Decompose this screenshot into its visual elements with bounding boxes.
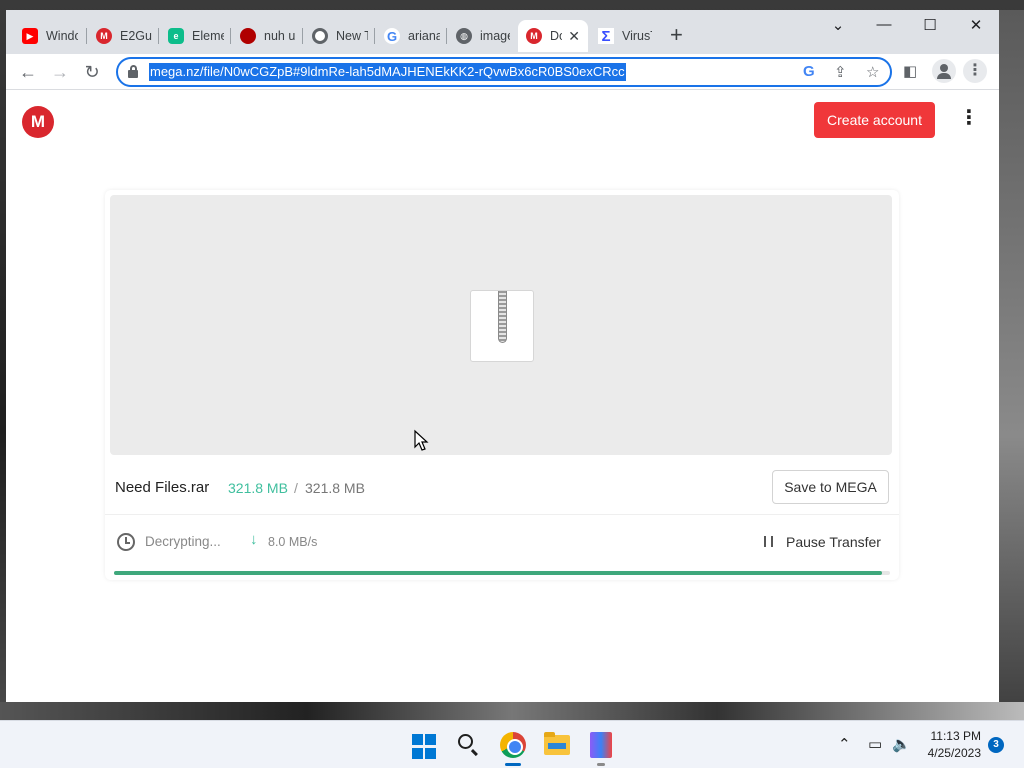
tab-3[interactable]: e Eleme (160, 22, 232, 50)
page-menu-icon[interactable]: ⋮ (959, 108, 979, 128)
close-tab-icon[interactable]: ✕ (568, 28, 580, 45)
zipper-icon (498, 291, 507, 343)
tab-strip: ▶ Windo M E2Gua e Eleme nuh u New T G ar… (6, 10, 999, 54)
save-to-mega-button[interactable]: Save to MEGA (772, 470, 889, 504)
download-card: Need Files.rar 321.8 MB / 321.8 MB Save … (105, 190, 899, 580)
mega-icon: M (526, 28, 542, 44)
minimize-icon[interactable]: — (861, 16, 907, 33)
reload-icon[interactable]: ↻ (78, 60, 106, 84)
side-panel-icon[interactable]: ◧ (903, 62, 917, 80)
tab-separator (302, 28, 303, 44)
tab-label: nuh u (264, 29, 296, 43)
tab-label: Windo (46, 29, 78, 43)
create-account-button[interactable]: Create account (814, 102, 935, 138)
address-bar[interactable]: mega.nz/file/N0wCGZpB#9ldmRe-lah5dMAJHEN… (116, 57, 892, 87)
desktop-wallpaper-bottom (0, 702, 1024, 720)
browser-toolbar: ← → ↻ mega.nz/file/N0wCGZpB#9ldmRe-lah5d… (6, 54, 999, 90)
tab-separator (230, 28, 231, 44)
chrome-icon (312, 28, 328, 44)
file-name: Need Files.rar (115, 479, 210, 496)
tab-8-active[interactable]: M Do ✕ (518, 20, 588, 52)
status-text: Decrypting... (145, 534, 221, 549)
tab-separator (374, 28, 375, 44)
google-icon: G (384, 28, 400, 44)
clock-date[interactable]: 4/25/2023 (921, 746, 981, 760)
tab-6[interactable]: G ariana (376, 22, 448, 50)
winrar-icon[interactable] (590, 732, 612, 758)
share-icon[interactable]: ⇪ (834, 63, 847, 81)
url-text[interactable]: mega.nz/file/N0wCGZpB#9ldmRe-lah5dMAJHEN… (149, 63, 626, 81)
running-app-indicator (597, 763, 605, 766)
tab-4[interactable]: nuh u (232, 22, 304, 50)
download-arrow-icon: ↓ (250, 531, 258, 548)
size-separator: / (294, 480, 298, 496)
bookmark-star-icon[interactable]: ☆ (866, 63, 879, 81)
tab-label: image (480, 29, 510, 43)
red-circle-icon (240, 28, 256, 44)
element-icon: e (168, 28, 184, 44)
back-arrow-icon[interactable]: ← (14, 60, 42, 84)
clock-icon (117, 533, 135, 551)
tab-label: E2Gua (120, 29, 152, 43)
file-preview (110, 195, 892, 455)
mega-icon: M (96, 28, 112, 44)
tab-separator (446, 28, 447, 44)
pause-transfer-button[interactable]: Pause Transfer (786, 534, 881, 550)
youtube-icon: ▶ (22, 28, 38, 44)
desktop-wallpaper-edge (999, 10, 1024, 720)
tab-2[interactable]: M E2Gua (88, 22, 160, 50)
tab-9[interactable]: Σ VirusT (590, 22, 660, 50)
tab-label: VirusT (622, 29, 652, 43)
tab-label: Do (550, 29, 562, 43)
tab-5[interactable]: New T (304, 22, 376, 50)
size-downloaded: 321.8 MB (228, 480, 288, 496)
virustotal-icon: Σ (598, 28, 614, 45)
chevron-up-icon[interactable]: ⌃ (838, 735, 851, 753)
volume-icon[interactable]: 🔈 (892, 735, 911, 753)
tab-label: New T (336, 29, 368, 43)
archive-file-icon (470, 290, 534, 362)
tab-label: ariana (408, 29, 440, 43)
progress-fill (114, 571, 883, 575)
chrome-taskbar-icon[interactable] (500, 732, 526, 758)
tab-separator (86, 28, 87, 44)
forward-arrow-icon[interactable]: → (46, 60, 74, 84)
google-lens-icon[interactable]: G (803, 63, 815, 80)
tab-label: Eleme (192, 29, 224, 43)
network-icon[interactable]: ▭ (868, 735, 882, 753)
tab-separator (158, 28, 159, 44)
transfer-status-row: Decrypting... ↓ 8.0 MB/s Pause Transfer (105, 515, 899, 567)
close-window-icon[interactable]: ✕ (953, 16, 999, 34)
lock-icon[interactable] (128, 65, 138, 78)
transfer-speed: 8.0 MB/s (268, 535, 318, 549)
file-explorer-icon[interactable] (544, 732, 570, 755)
pause-icon[interactable] (764, 536, 773, 547)
mega-logo[interactable]: M (22, 106, 54, 138)
taskbar: ⌃ ▭ 🔈 11:13 PM 4/25/2023 3 (0, 720, 1024, 768)
globe-icon: ◍ (456, 28, 472, 44)
mega-page: M Create account ⋮ Need Files.rar 321.8 … (6, 90, 999, 702)
progress-bar (114, 571, 890, 575)
clock-time[interactable]: 11:13 PM (925, 729, 981, 743)
start-windows-icon[interactable] (412, 734, 438, 760)
active-app-indicator (505, 763, 521, 766)
search-icon[interactable] (458, 734, 473, 749)
profile-avatar-icon[interactable] (932, 59, 956, 83)
tab-7[interactable]: ◍ image (448, 22, 518, 50)
new-tab-button[interactable]: + (670, 24, 683, 46)
mouse-cursor-icon (414, 429, 429, 451)
browser-menu-icon[interactable]: ⋮ (963, 59, 987, 83)
file-info-row: Need Files.rar 321.8 MB / 321.8 MB Save … (105, 465, 899, 515)
maximize-icon[interactable]: ☐ (907, 16, 953, 34)
tab-1[interactable]: ▶ Windo (14, 22, 86, 50)
notification-badge[interactable]: 3 (988, 737, 1004, 753)
browser-window: ▶ Windo M E2Gua e Eleme nuh u New T G ar… (6, 10, 999, 702)
size-total: 321.8 MB (305, 480, 365, 496)
tab-search-icon[interactable]: ⌄ (815, 16, 861, 34)
